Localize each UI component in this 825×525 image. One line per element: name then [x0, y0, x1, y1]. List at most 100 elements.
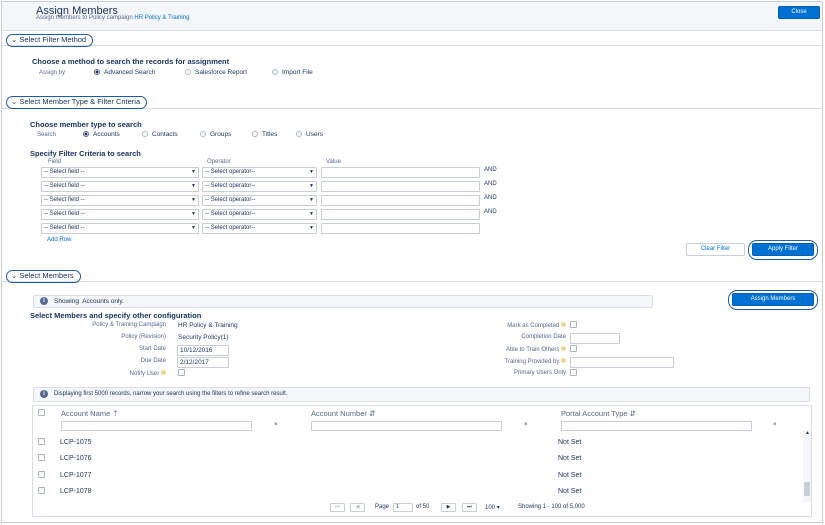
- row-checkbox[interactable]: [38, 454, 45, 461]
- radio-groups[interactable]: [200, 131, 206, 139]
- primary-users-checkbox[interactable]: [570, 369, 577, 376]
- clear-filter-icon[interactable]: ×: [524, 422, 528, 428]
- training-provided-input[interactable]: [570, 357, 674, 368]
- radio-label: Titles: [262, 131, 278, 138]
- page-size-select[interactable]: 100 ▾: [485, 504, 500, 511]
- field-select[interactable]: -- Select field -- ▼: [41, 167, 199, 178]
- notify-user-label: Notify User: [64, 370, 166, 377]
- radio-titles[interactable]: [252, 131, 258, 139]
- radio-icon: [272, 69, 278, 75]
- member-type-heading: Choose member type to search: [30, 120, 142, 129]
- policy-value: Security Policy(1): [178, 334, 229, 341]
- caret-down-icon: ▼: [309, 211, 314, 217]
- caret-down-icon: ▼: [309, 225, 314, 231]
- campaign-link[interactable]: HR Policy & Training: [134, 15, 189, 21]
- primary-users-label: Primary Users Only: [513, 370, 566, 376]
- operator-select[interactable]: -- Select operator-- ▼: [202, 223, 317, 234]
- member-type-toggle[interactable]: ⌄ Select Member Type & Filter Criteria: [6, 96, 148, 109]
- field-select[interactable]: -- Select field -- ▼: [41, 181, 199, 192]
- radio-salesforce-report[interactable]: [185, 69, 191, 77]
- completion-date-label: Completion Date: [521, 334, 566, 340]
- and-label: AND: [484, 167, 497, 173]
- operator-select[interactable]: -- Select operator-- ▼: [202, 209, 317, 220]
- chevron-down-icon: ⌄: [11, 35, 18, 44]
- section-title: Select Filter Method: [19, 35, 87, 44]
- next-page-icon[interactable]: ▶: [441, 503, 456, 512]
- operator-column-header: Operator: [207, 159, 231, 165]
- value-input[interactable]: [321, 195, 480, 206]
- value-input[interactable]: [321, 209, 480, 220]
- info-icon: i: [40, 390, 48, 398]
- radio-icon: [142, 131, 148, 137]
- field-select[interactable]: -- Select field -- ▼: [41, 195, 199, 206]
- radio-label: Advanced Search: [104, 69, 156, 76]
- mark-completed-checkbox[interactable]: [570, 321, 577, 328]
- operator-select[interactable]: -- Select operator-- ▼: [202, 181, 317, 192]
- config-heading: Select Members and specify other configu…: [30, 311, 202, 320]
- select-all-checkbox[interactable]: [38, 409, 45, 416]
- last-page-icon[interactable]: ⏭: [462, 503, 477, 512]
- help-icon: [561, 358, 566, 363]
- column-header-account-number[interactable]: Account Number ⇵: [311, 409, 375, 418]
- clear-filter-icon[interactable]: ×: [773, 422, 777, 428]
- radio-label: Import File: [282, 69, 313, 76]
- due-date-input[interactable]: 2/12/2017: [177, 357, 229, 368]
- value-input[interactable]: [321, 181, 480, 192]
- notify-user-checkbox[interactable]: [178, 369, 185, 376]
- able-to-train-checkbox[interactable]: [570, 345, 577, 352]
- mark-completed-label: Mark as Completed: [450, 322, 566, 329]
- radio-users[interactable]: [296, 131, 302, 139]
- row-checkbox[interactable]: [38, 487, 45, 494]
- value-input[interactable]: [321, 167, 480, 178]
- assign-members-button[interactable]: Assign Members: [732, 293, 814, 306]
- start-date-input[interactable]: 10/12/2016: [177, 345, 229, 356]
- scrollbar-thumb[interactable]: [804, 482, 810, 496]
- members-section-header: [2, 268, 822, 282]
- completion-date-input[interactable]: [570, 333, 620, 344]
- close-button[interactable]: Close: [778, 6, 820, 19]
- field-select[interactable]: -- Select field -- ▼: [41, 223, 199, 234]
- column-header-portal-account-type[interactable]: Portal Account Type ⇵: [561, 409, 636, 418]
- pager-summary: Showing 1 - 100 of 5,000: [518, 504, 585, 510]
- caret-down-icon: ▼: [191, 183, 196, 189]
- portal-type-cell: Not Set: [558, 455, 582, 462]
- scroll-up-icon[interactable]: ▲: [805, 430, 810, 436]
- account-number-filter-input[interactable]: [311, 421, 502, 431]
- radio-accounts[interactable]: [83, 131, 89, 139]
- radio-selected-icon: [94, 69, 100, 75]
- chevron-down-icon: ⌄: [11, 271, 18, 280]
- radio-import-file[interactable]: [272, 69, 278, 77]
- row-checkbox[interactable]: [38, 471, 45, 478]
- clear-filter-button[interactable]: Clear Filter: [686, 243, 745, 256]
- chevron-down-icon: ⌄: [11, 97, 18, 106]
- members-toggle[interactable]: ⌄ Select Members: [6, 270, 81, 283]
- filter-method-toggle[interactable]: ⌄ Select Filter Method: [6, 34, 94, 47]
- radio-contacts[interactable]: [142, 131, 148, 139]
- prev-page-icon[interactable]: ◀: [350, 503, 365, 512]
- add-row-link[interactable]: Add Row: [47, 237, 71, 243]
- column-header-account-name[interactable]: Account Name ⇡: [61, 409, 119, 418]
- apply-filter-button[interactable]: Apply Filter: [752, 243, 814, 256]
- row-checkbox[interactable]: [38, 438, 45, 445]
- policy-label: Policy (Revision): [121, 334, 166, 340]
- radio-icon: [252, 131, 258, 137]
- field-select[interactable]: -- Select field -- ▼: [41, 209, 199, 220]
- first-page-icon[interactable]: ⏮: [330, 503, 345, 512]
- operator-select[interactable]: -- Select operator-- ▼: [202, 167, 317, 178]
- clear-filter-icon[interactable]: ×: [274, 422, 278, 428]
- assign-by-label: Assign by: [39, 70, 66, 76]
- value-input[interactable]: [321, 223, 480, 234]
- caret-down-icon: ▼: [309, 169, 314, 175]
- section-title: Select Members: [19, 271, 74, 280]
- caret-down-icon: ▼: [191, 211, 196, 217]
- sort-arrows-icon: ⇵: [629, 409, 636, 418]
- value-column-header: Value: [326, 159, 341, 165]
- help-icon: [561, 322, 566, 327]
- modal-subtitle: Assign members to Policy campaign HR Pol…: [36, 15, 189, 21]
- page-number-input[interactable]: 1: [393, 503, 413, 512]
- radio-advanced-search[interactable]: [94, 69, 100, 77]
- portal-type-filter-input[interactable]: [561, 421, 752, 431]
- account-name-filter-input[interactable]: [61, 421, 252, 431]
- start-date-label: Start Date: [138, 346, 166, 352]
- operator-select[interactable]: -- Select operator-- ▼: [202, 195, 317, 206]
